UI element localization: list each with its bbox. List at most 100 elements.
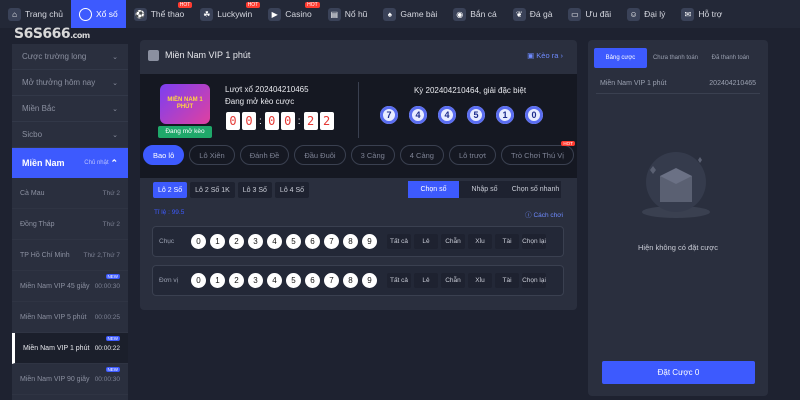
nav-item-3[interactable]: ☘ Luckywin HOT	[192, 0, 261, 28]
bet-tab[interactable]: 4 Càng	[399, 145, 444, 165]
bet-tab-label: Đầu Đuôi	[304, 150, 336, 160]
number-ball[interactable]: 9	[362, 234, 377, 249]
nav-item-4[interactable]: ▶ Casino HOT	[260, 0, 320, 28]
sidebar-group[interactable]: Mở thưởng hôm nay ⌄	[12, 70, 128, 96]
bet-tab[interactable]: Trò Chơi Thú Vị HOT	[501, 141, 575, 165]
number-ball[interactable]: 1	[210, 234, 225, 249]
quick-select-button[interactable]: Xỉu	[468, 273, 492, 288]
timer-digit: 2	[303, 112, 318, 130]
number-ball[interactable]: 7	[324, 234, 339, 249]
number-ball[interactable]: 0	[191, 234, 206, 249]
bet-slip-tab[interactable]: Đã thanh toán	[704, 48, 757, 68]
sidebar-item-name: Miền Nam VIP 90 giây	[20, 375, 90, 383]
bet-slip-tab[interactable]: Chưa thanh toán	[649, 48, 702, 68]
bet-tab-label: Bao lô	[153, 150, 175, 160]
bet-tab[interactable]: Bao lô	[143, 145, 185, 165]
number-ball[interactable]: 7	[324, 273, 339, 288]
nav-item-8[interactable]: ❦ Đá gà	[505, 0, 561, 28]
quick-select-button[interactable]: Chọn lại	[522, 273, 546, 288]
mode-tab[interactable]: Chọn số	[408, 181, 459, 198]
place-bet-button[interactable]: Đặt Cược 0	[602, 361, 755, 384]
sidebar: Cược trường long ⌄ Mở thưởng hôm nay ⌄ Miền …	[12, 44, 128, 400]
number-ball[interactable]: 6	[305, 234, 320, 249]
mode-tab[interactable]: Chọn số nhanh	[510, 181, 561, 198]
sidebar-item[interactable]: Miền Nam VIP 5 phút 00:00:25	[12, 302, 128, 333]
nav-item-6[interactable]: ♠ Game bài	[375, 0, 445, 28]
quick-select-button[interactable]: Tài	[495, 234, 519, 249]
nav-item-9[interactable]: ▭ Ưu đãi	[560, 0, 619, 28]
nav-item-5[interactable]: ▤ Nổ hũ	[320, 0, 376, 28]
how-to-play-link[interactable]: ⓘ Cách chơi	[525, 209, 563, 219]
quick-select-button[interactable]: Tài	[495, 273, 519, 288]
cards-icon: ♠	[383, 7, 397, 21]
number-ball[interactable]: 8	[343, 234, 358, 249]
sidebar-item[interactable]: Cà Mau Thứ 2	[12, 178, 128, 209]
keo-ra-link[interactable]: ▣ Kèo ra ›	[527, 51, 563, 60]
sub-tab[interactable]: Lô 4 Số	[274, 182, 310, 198]
bet-tab[interactable]: Đầu Đuôi	[294, 145, 346, 165]
sidebar-group-label: Sicbo	[22, 130, 43, 139]
empty-state-text: Hiện không có đặt cược	[638, 243, 718, 252]
sidebar-active-sub: Chủ nhật	[84, 160, 109, 166]
bet-tab[interactable]: Lô trượt	[448, 145, 497, 165]
nav-item-1[interactable]: Xổ số	[70, 0, 126, 28]
nav-item-2[interactable]: ⚽ Thể thao HOT	[126, 0, 193, 28]
bet-tab[interactable]: Đánh Đề	[239, 145, 290, 165]
bet-tab[interactable]: 3 Càng	[350, 145, 395, 165]
quick-select-button[interactable]: Chẵn	[441, 273, 465, 288]
casino-icon: ▶	[268, 7, 282, 21]
sub-tab[interactable]: Lô 2 Số	[153, 182, 188, 198]
quick-select-button[interactable]: Chẵn	[441, 234, 465, 249]
site-logo[interactable]: S6S666.com	[14, 26, 124, 42]
quick-select-button[interactable]: Tất cả	[387, 234, 411, 249]
sidebar-group[interactable]: Cược trường long ⌄	[12, 44, 128, 70]
nav-item-7[interactable]: ◉ Bắn cá	[445, 0, 504, 28]
bet-tab[interactable]: Lô Xiên	[189, 145, 235, 165]
nav-item-10[interactable]: ☺ Đại lý	[619, 0, 673, 28]
number-ball[interactable]: 4	[267, 234, 282, 249]
number-ball[interactable]: 8	[343, 273, 358, 288]
nav-item-11[interactable]: ✉ Hỗ trợ	[673, 0, 730, 28]
howto-label: Cách chơi	[533, 212, 563, 219]
quick-select-button[interactable]: Lẻ	[414, 273, 438, 288]
number-list: 0123456789	[191, 273, 377, 288]
quick-select-button[interactable]: Tất cả	[387, 273, 411, 288]
quick-select-button[interactable]: Lẻ	[414, 234, 438, 249]
number-ball[interactable]: 9	[362, 273, 377, 288]
sidebar-item[interactable]: Miền Nam VIP 1 phút 00:00:22 NEW	[12, 333, 128, 364]
bet-slip-row: Miền Nam VIP 1 phút 202404210465	[596, 74, 760, 94]
number-row: Đơn vị 0 1 2 3 4 5 6 7 8 9 Tất cả Lẻ Chẵn Xỉu Tài Chọn l…	[152, 265, 564, 296]
sidebar-group-active[interactable]: Miền Nam Chủ nhật ⌃	[12, 148, 128, 178]
nav-item-0[interactable]: ⌂ Trang chủ	[0, 0, 71, 28]
result-balls: 744510	[380, 106, 543, 124]
sidebar-group[interactable]: Sicbo ⌄	[12, 122, 128, 148]
number-ball[interactable]: 2	[229, 234, 244, 249]
number-ball[interactable]: 4	[267, 273, 282, 288]
number-ball[interactable]: 1	[210, 273, 225, 288]
result-ball: 7	[380, 106, 398, 124]
mode-tab[interactable]: Nhập số	[459, 181, 510, 198]
quick-select-button[interactable]: Xỉu	[468, 234, 492, 249]
number-ball[interactable]: 5	[286, 234, 301, 249]
number-ball[interactable]: 5	[286, 273, 301, 288]
quick-select-button[interactable]: Chọn lại	[522, 234, 546, 249]
number-ball[interactable]: 0	[191, 273, 206, 288]
sidebar-item[interactable]: Đồng Tháp Thứ 2	[12, 209, 128, 240]
sidebar-item[interactable]: Miền Nam VIP 45 giây 00:00:30 NEW	[12, 271, 128, 302]
sub-tab[interactable]: Lô 2 Số 1K	[190, 182, 235, 198]
timer-colon: :	[297, 115, 301, 127]
sidebar-item[interactable]: TP Hồ Chí Minh Thứ 2,Thứ 7	[12, 240, 128, 271]
hot-badge: HOT	[245, 2, 261, 8]
number-ball[interactable]: 3	[248, 234, 263, 249]
number-ball[interactable]: 6	[305, 273, 320, 288]
nav-label: Đá gà	[529, 9, 553, 19]
number-ball[interactable]: 3	[248, 273, 263, 288]
sidebar-item[interactable]: Miền Nam VIP 90 giây 00:00:30 NEW	[12, 364, 128, 395]
sidebar-item-time: 00:00:30	[94, 375, 120, 383]
bet-slip-game: Miền Nam VIP 1 phút	[600, 80, 667, 87]
bet-slip-tab[interactable]: Bảng cược	[594, 48, 647, 68]
sub-tab[interactable]: Lô 3 Số	[237, 182, 272, 198]
sidebar-item-name: Đồng Tháp	[20, 220, 55, 228]
sidebar-group[interactable]: Miền Bắc ⌄	[12, 96, 128, 122]
number-ball[interactable]: 2	[229, 273, 244, 288]
